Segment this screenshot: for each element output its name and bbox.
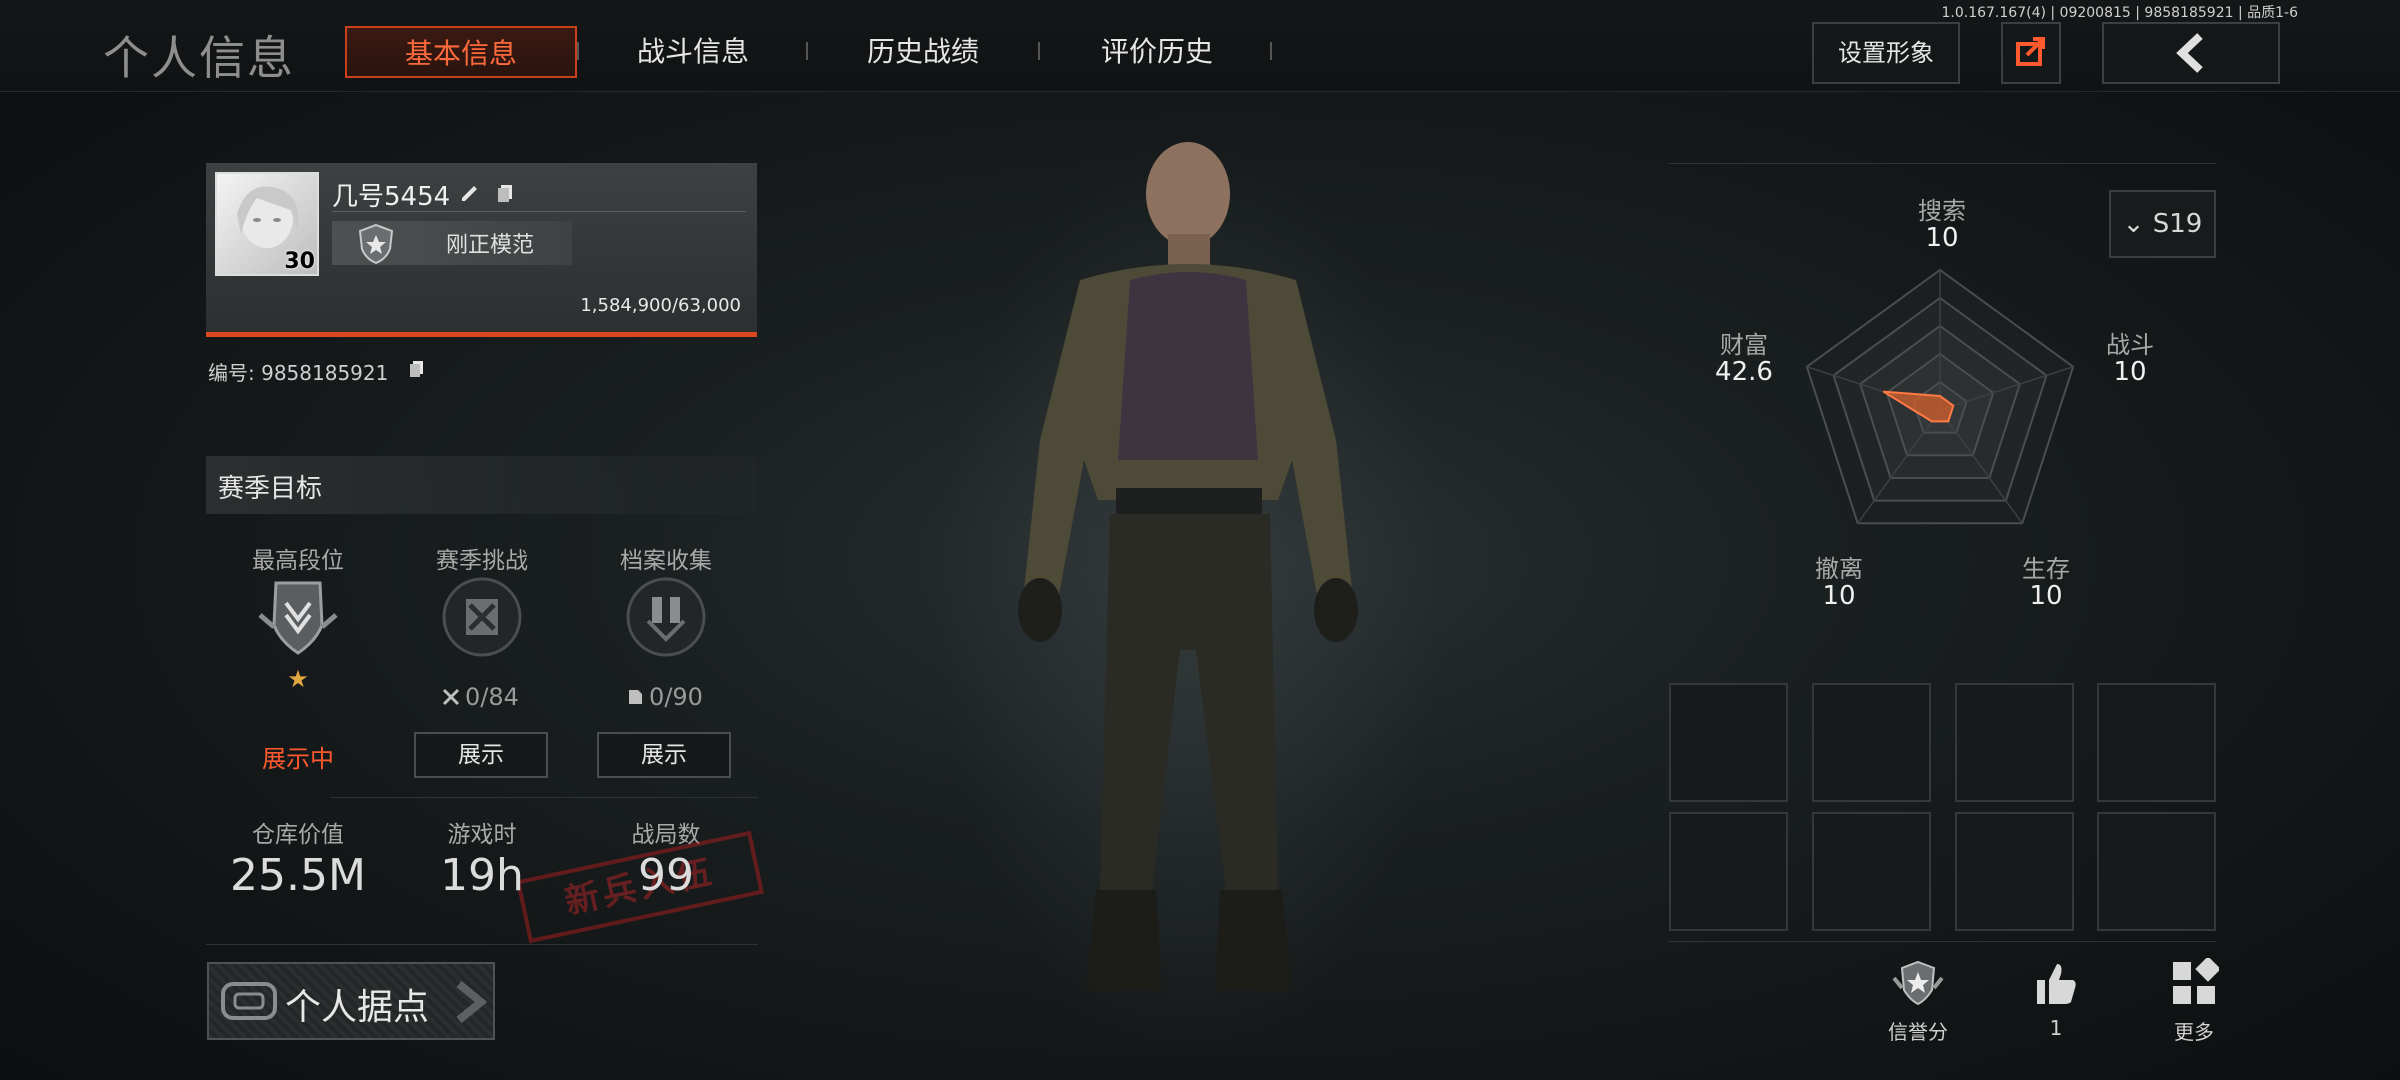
tab-combat-info[interactable]: 战斗信息 bbox=[600, 26, 786, 78]
character-model[interactable] bbox=[940, 130, 1440, 1060]
experience-value: 1,584,900/63,000 bbox=[580, 295, 741, 316]
item-slot[interactable] bbox=[2097, 812, 2216, 931]
credit-badge-icon bbox=[1892, 960, 1944, 1006]
radar-value-extraction: 10 bbox=[1822, 581, 1856, 611]
item-slot[interactable] bbox=[1812, 683, 1931, 802]
edit-icon[interactable] bbox=[459, 181, 481, 203]
back-button[interactable] bbox=[2102, 22, 2280, 84]
radar-value-survival: 10 bbox=[2029, 581, 2063, 611]
card-divider bbox=[332, 211, 746, 212]
credit-score-button[interactable]: 信誉分 bbox=[1868, 958, 1968, 1045]
goal-label-highest-rank: 最高段位 bbox=[252, 548, 344, 574]
show-archive-collection-button[interactable]: 展示 bbox=[597, 732, 731, 778]
archive-collection-progress: 0/90 bbox=[649, 683, 703, 711]
more-label: 更多 bbox=[2174, 1020, 2214, 1044]
goal-label-season-challenge: 赛季挑战 bbox=[436, 548, 528, 574]
player-level: 30 bbox=[284, 249, 315, 274]
tab-separator bbox=[806, 42, 808, 60]
username: 几号5454 bbox=[332, 182, 451, 212]
copy-id-icon[interactable] bbox=[409, 360, 425, 378]
like-count: 1 bbox=[2049, 1016, 2063, 1040]
item-slot[interactable] bbox=[2097, 683, 2216, 802]
back-arrow-icon bbox=[2176, 33, 2203, 73]
season-challenge-icon bbox=[442, 577, 522, 657]
item-slot[interactable] bbox=[1669, 812, 1788, 931]
tab-separator bbox=[1270, 42, 1272, 60]
radar-value-search: 10 bbox=[1925, 223, 1959, 253]
page-title: 个人信息 bbox=[103, 31, 295, 85]
tab-match-history[interactable]: 历史战绩 bbox=[830, 26, 1016, 78]
archive-progress-icon bbox=[629, 690, 642, 704]
tab-separator bbox=[577, 42, 579, 60]
tab-review-history[interactable]: 评价历史 bbox=[1064, 26, 1250, 78]
radar-value-wealth: 42.6 bbox=[1715, 357, 1773, 387]
stat-label-play-time: 游戏时 bbox=[447, 822, 517, 848]
personal-base-button[interactable]: 个人据点 bbox=[207, 962, 495, 1040]
season-selector[interactable]: ⌄ S19 bbox=[2109, 190, 2216, 258]
archive-collection-icon bbox=[626, 577, 706, 657]
profile-card: 30 几号5454 刚正模范 1,584,900/63,000 bbox=[206, 163, 757, 337]
thumbs-up-icon bbox=[2037, 964, 2076, 1004]
tab-separator bbox=[1038, 42, 1040, 60]
item-slot[interactable] bbox=[1955, 812, 2074, 931]
goal-label-archive-collection: 档案收集 bbox=[620, 548, 712, 574]
section-divider bbox=[330, 797, 758, 798]
base-icon bbox=[221, 982, 277, 1020]
rank-emblem-icon bbox=[258, 581, 338, 655]
radar-label-extraction: 撤离 bbox=[1815, 555, 1863, 583]
build-info: 1.0.167.167(4) | 09200815 | 9858185921 |… bbox=[1941, 5, 2299, 21]
more-grid-icon bbox=[2173, 956, 2221, 1004]
player-id: 编号: 9858185921 bbox=[208, 361, 389, 385]
set-appearance-button[interactable]: 设置形象 bbox=[1812, 22, 1960, 84]
radar-label-survival: 生存 bbox=[2022, 555, 2070, 583]
item-slot[interactable] bbox=[1812, 812, 1931, 931]
chevron-right-icon bbox=[456, 980, 488, 1024]
title-badge-text: 刚正模范 bbox=[446, 233, 535, 258]
avatar[interactable]: 30 bbox=[215, 172, 319, 276]
challenge-progress-icon bbox=[442, 688, 460, 706]
slots-bottom-divider bbox=[1668, 941, 2216, 942]
season-label: S19 bbox=[2152, 209, 2203, 239]
copy-icon[interactable] bbox=[496, 183, 514, 203]
chevron-down-icon: ⌄ bbox=[2122, 209, 2145, 239]
tab-basic-info[interactable]: 基本信息 bbox=[345, 26, 577, 78]
share-icon bbox=[2016, 37, 2045, 66]
radar-value-combat: 10 bbox=[2113, 357, 2147, 387]
radar-top-divider bbox=[1668, 163, 2216, 164]
credit-score-label: 信誉分 bbox=[1888, 1020, 1948, 1044]
season-challenge-progress: 0/84 bbox=[465, 683, 519, 711]
season-goals-header: 赛季目标 bbox=[206, 456, 757, 514]
radar-label-combat: 战斗 bbox=[2106, 331, 2154, 359]
show-season-challenge-button[interactable]: 展示 bbox=[414, 732, 548, 778]
rank-star: ★ bbox=[287, 665, 309, 693]
stat-value-match-count: 99 bbox=[638, 850, 694, 901]
highest-rank-showing[interactable]: 展示中 bbox=[206, 739, 390, 774]
more-button[interactable]: 更多 bbox=[2144, 956, 2244, 1045]
item-slot[interactable] bbox=[1955, 683, 2074, 802]
section-divider bbox=[206, 944, 758, 945]
radar-label-search: 搜索 bbox=[1918, 197, 1966, 225]
like-button[interactable]: 1 bbox=[2006, 958, 2106, 1040]
stat-label-warehouse-value: 仓库价值 bbox=[252, 822, 344, 848]
personal-base-label: 个人据点 bbox=[285, 987, 430, 1028]
stat-value-play-time: 19h bbox=[440, 850, 524, 901]
item-slot[interactable] bbox=[1669, 683, 1788, 802]
share-button[interactable] bbox=[2001, 22, 2061, 84]
shield-star-icon bbox=[358, 223, 394, 265]
radar-label-wealth: 财富 bbox=[1720, 331, 1768, 359]
season-goals-title: 赛季目标 bbox=[218, 474, 323, 504]
stat-value-warehouse-value: 25.5M bbox=[230, 850, 366, 901]
